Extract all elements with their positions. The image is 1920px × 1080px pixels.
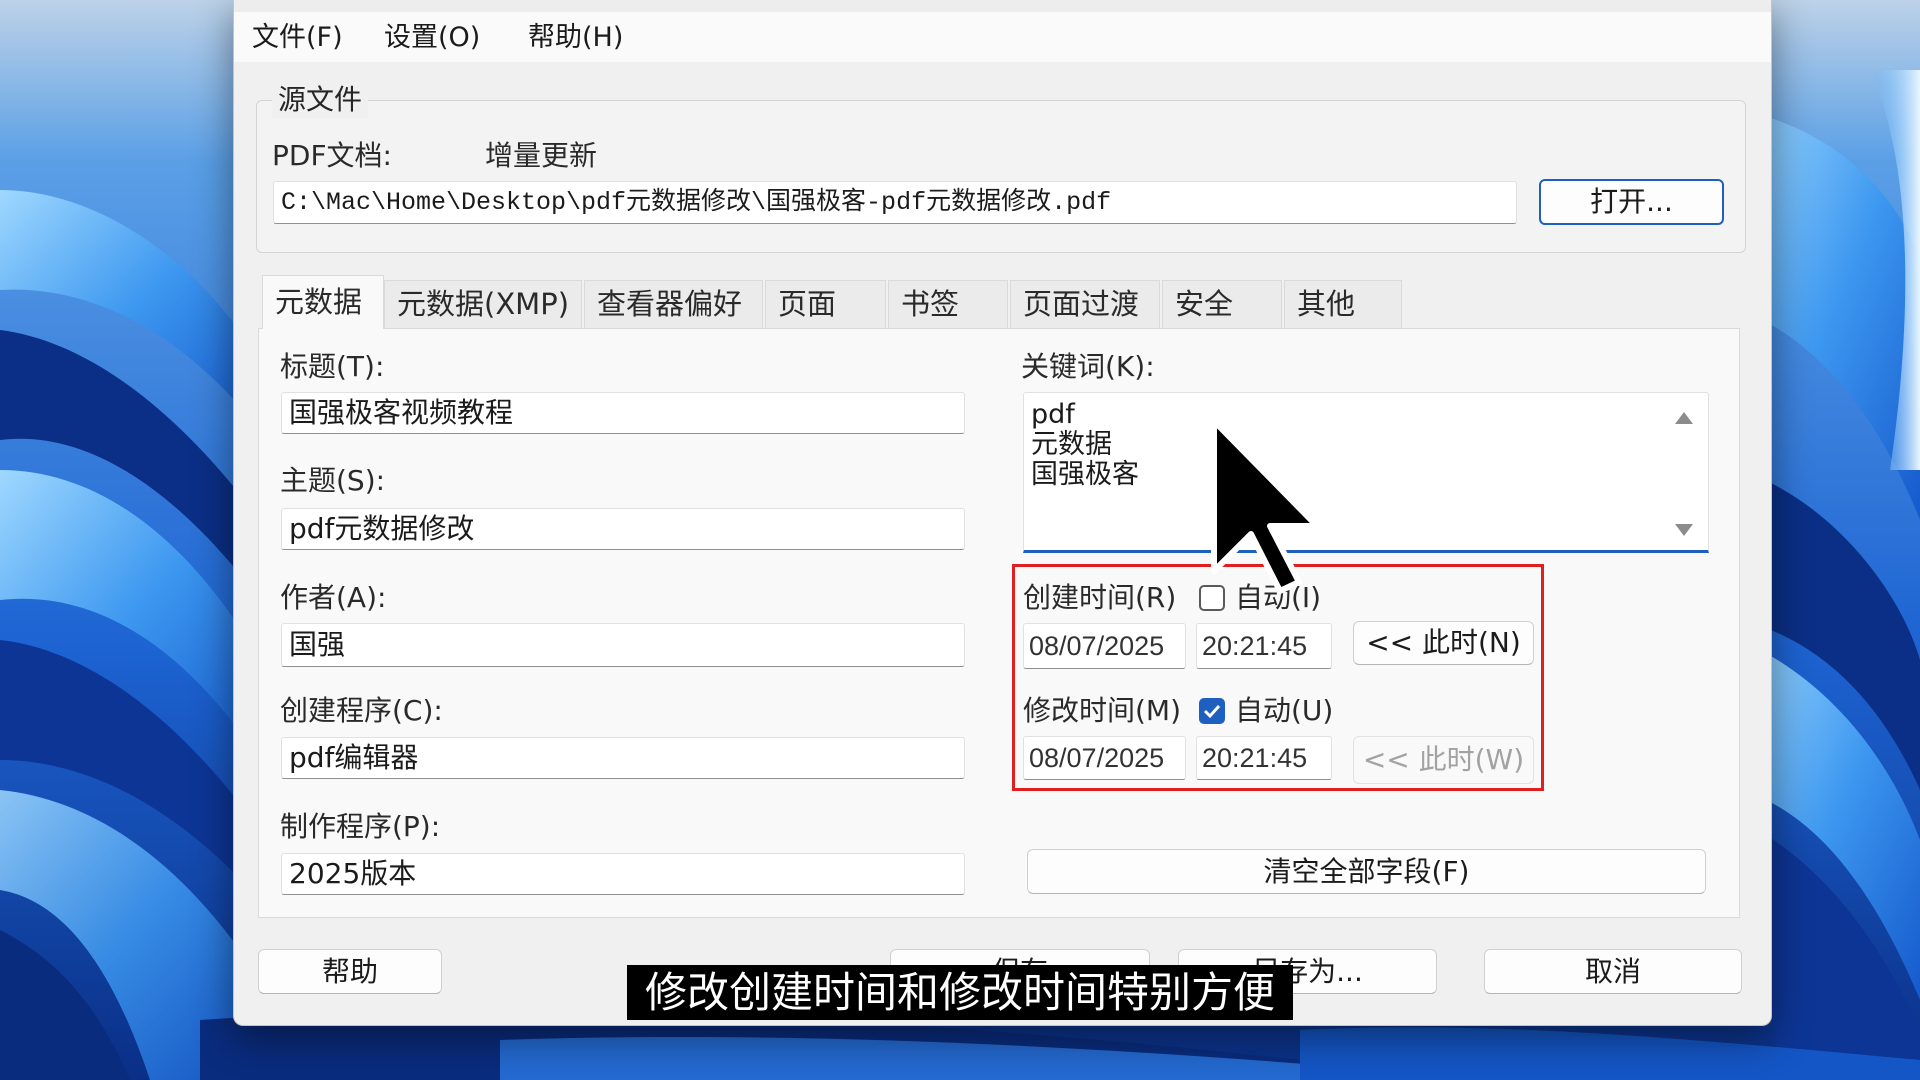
source-file-group-label: 源文件 [272,82,369,118]
source-file-group [256,100,1746,253]
tab-pages[interactable]: 页面 [765,280,886,328]
creator-field[interactable]: pdf编辑器 [281,737,965,779]
keyword-line: 元数据 [1031,429,1112,460]
clear-all-fields-button[interactable]: 清空全部字段(F) [1027,849,1706,894]
tab-bookmarks[interactable]: 书签 [888,280,1008,328]
creator-label: 创建程序(C): [280,694,443,727]
keywords-label: 关键词(K): [1021,350,1155,383]
pdf-document-label: PDF文档: [272,139,392,172]
tab-security[interactable]: 安全 [1162,280,1282,328]
subject-label: 主题(S): [280,464,386,497]
cancel-button[interactable]: 取消 [1484,949,1742,994]
keyword-line: pdf [1031,399,1075,430]
keyword-line: 国强极客 [1031,459,1139,490]
menu-settings[interactable]: 设置(O) [384,20,480,56]
tab-viewer-preferences[interactable]: 查看器偏好 [584,280,763,328]
tab-metadata-xmp[interactable]: 元数据(XMP) [384,280,582,328]
pdf-metadata-dialog: 文件(F) 设置(O) 帮助(H) 源文件 PDF文档: 增量更新 C:\Mac… [233,0,1772,1026]
tab-other[interactable]: 其他 [1284,280,1402,328]
producer-label: 制作程序(P): [280,810,441,843]
menu-file[interactable]: 文件(F) [252,20,343,56]
open-button[interactable]: 打开... [1539,179,1724,225]
scroll-up-arrow-icon[interactable] [1675,412,1693,424]
update-mode-text: 增量更新 [485,139,598,172]
title-bar-edge [234,0,1771,12]
menu-bar: 文件(F) 设置(O) 帮助(H) [234,0,1771,62]
title-label: 标题(T): [280,350,385,383]
scroll-down-arrow-icon[interactable] [1675,524,1693,536]
pdf-path-field[interactable]: C:\Mac\Home\Desktop\pdf元数据修改\国强极客-pdf元数据… [273,181,1517,224]
tab-metadata[interactable]: 元数据 [262,275,384,329]
mouse-cursor-icon [1211,418,1320,594]
subject-field[interactable]: pdf元数据修改 [281,508,965,550]
author-field[interactable]: 国强 [281,623,965,667]
help-button[interactable]: 帮助 [258,949,442,994]
video-subtitle: 修改创建时间和修改时间特别方便 [627,965,1293,1020]
tab-page-transitions[interactable]: 页面过渡 [1010,280,1160,328]
keywords-textarea[interactable]: pdf 元数据 国强极客 [1023,392,1709,553]
producer-field[interactable]: 2025版本 [281,853,965,895]
title-field[interactable]: 国强极客视频教程 [281,392,965,434]
menu-help[interactable]: 帮助(H) [528,20,623,56]
author-label: 作者(A): [280,581,387,614]
